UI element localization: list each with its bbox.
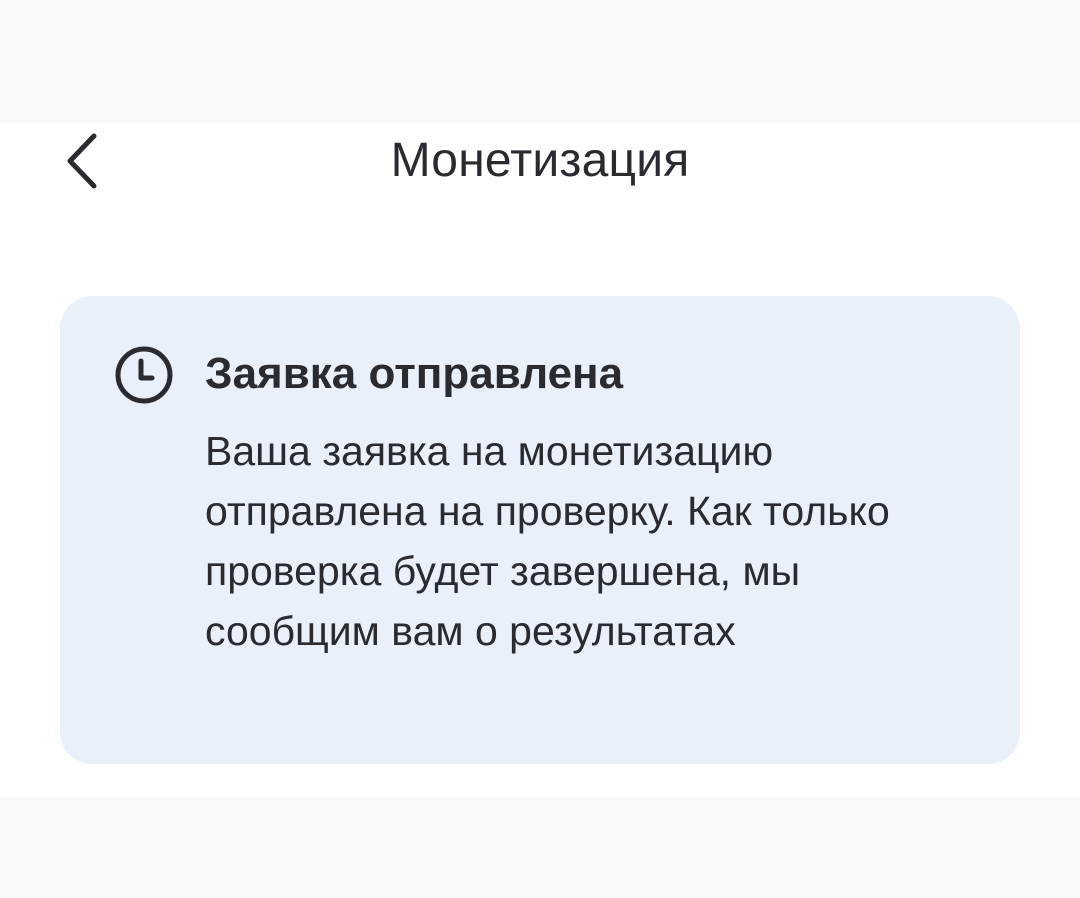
clock-icon (115, 346, 173, 404)
top-app-bar: Монетизация (0, 123, 1080, 199)
status-message: Ваша заявка на монетизацию отправлена на… (205, 428, 890, 654)
monetization-screen: Монетизация Заявка отправлена Ваша заявк… (0, 123, 1080, 797)
page-title: Монетизация (390, 134, 690, 187)
application-status-card: Заявка отправлена Ваша заявка на монетиз… (60, 296, 1020, 764)
status-title: Заявка отправлена (205, 349, 624, 398)
bottom-empty-area (0, 797, 1080, 898)
top-empty-area (0, 0, 1080, 123)
